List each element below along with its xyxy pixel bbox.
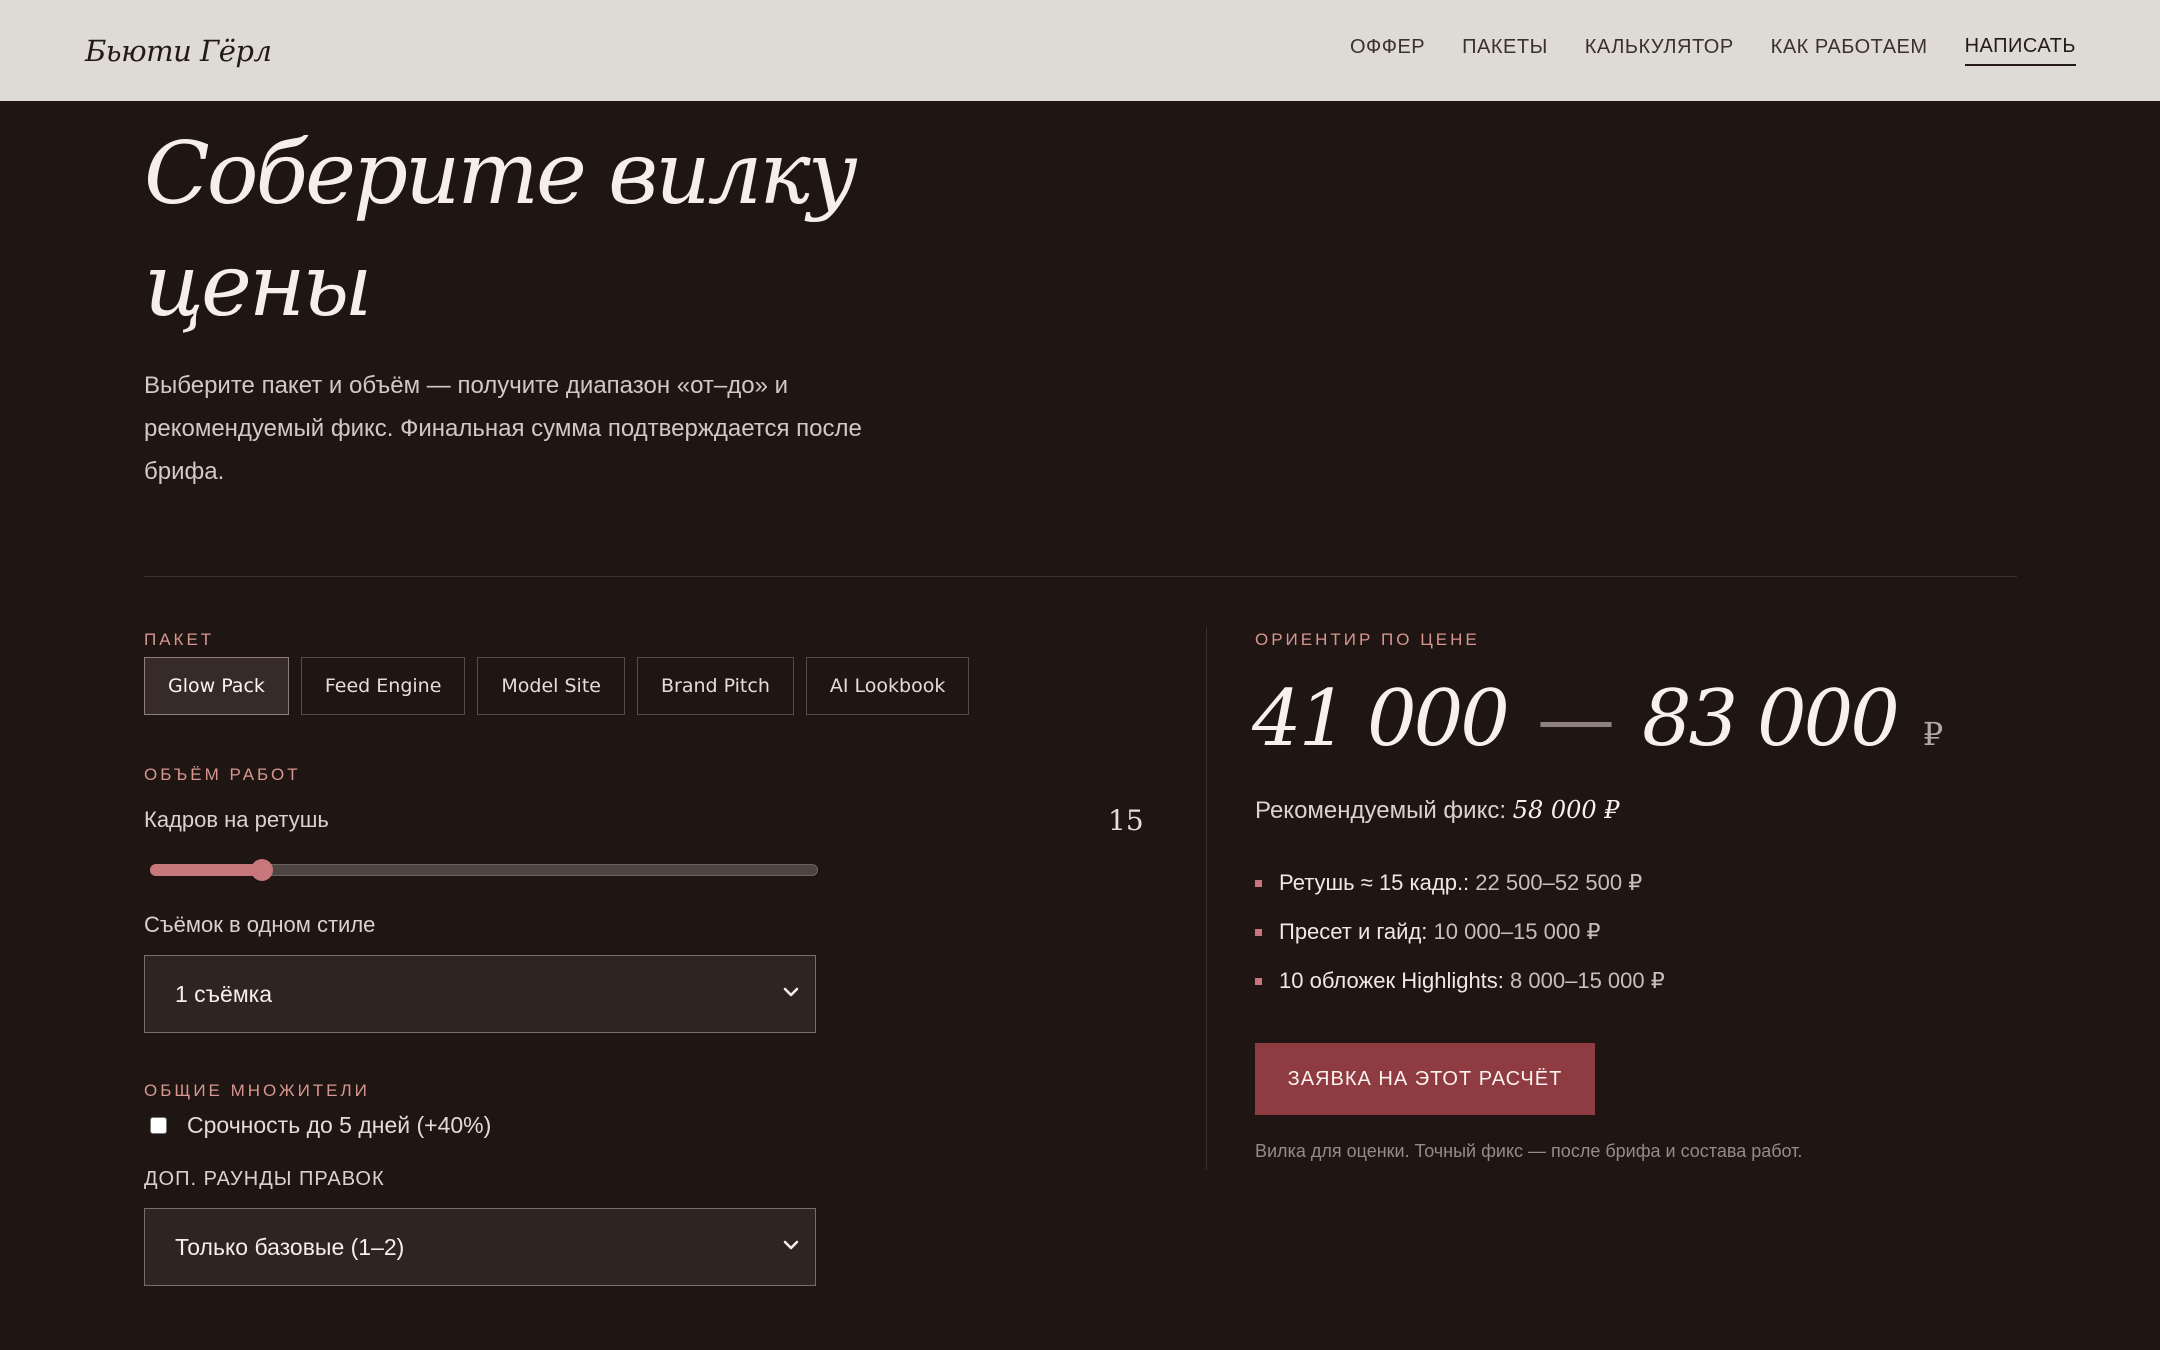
site-logo[interactable]: Бьюти Гёрл: [85, 34, 272, 68]
list-item: 10 обложек Highlights: 8 000–15 000 ₽: [1255, 968, 1665, 1017]
breakdown-key: 10 обложек Highlights:: [1279, 968, 1504, 993]
rounds-select-value: Только базовые (1–2): [175, 1233, 405, 1260]
breakdown-key: Ретушь ≈ 15 кадр.:: [1279, 870, 1470, 895]
package-selector: Glow Pack Feed Engine Model Site Brand P…: [144, 657, 970, 715]
recommended-label: Рекомендуемый фикс:: [1255, 797, 1507, 824]
order-estimate-button[interactable]: ЗАЯВКА НА ЭТОТ РАСЧЁТ: [1255, 1043, 1595, 1115]
price-dash: —: [1536, 674, 1615, 764]
shoots-label: Съёмок в одном стиле: [144, 912, 376, 937]
multipliers-label: ОБЩИЕ МНОЖИТЕЛИ: [144, 1081, 370, 1100]
nav-how-we-work[interactable]: КАК РАБОТАЕМ: [1771, 36, 1928, 65]
urgency-label[interactable]: Срочность до 5 дней (+40%): [187, 1112, 491, 1139]
package-glow-pack[interactable]: Glow Pack: [144, 657, 289, 715]
breakdown-value: 8 000–15 000 ₽: [1510, 968, 1665, 993]
nav-write-button[interactable]: НАПИСАТЬ: [1964, 35, 2076, 66]
nav-offer[interactable]: ОФФЕР: [1350, 36, 1425, 65]
package-ai-lookbook[interactable]: AI Lookbook: [805, 657, 970, 715]
retouch-value: 15: [1108, 804, 1144, 837]
nav-packages[interactable]: ПАКЕТЫ: [1462, 36, 1548, 65]
recommended-value: 58 000 ₽: [1512, 796, 1620, 824]
shoots-select[interactable]: 1 съёмка: [144, 955, 816, 1033]
breakdown-key: Пресет и гайд:: [1279, 919, 1428, 944]
bullet-icon: [1255, 880, 1262, 887]
currency-sign: ₽: [1922, 715, 1944, 753]
chevron-down-icon: [783, 1240, 799, 1250]
retouch-slider[interactable]: [150, 859, 818, 881]
site-header: Бьюти Гёрл ОФФЕР ПАКЕТЫ КАЛЬКУЛЯТОР КАК …: [0, 0, 2160, 101]
package-model-site[interactable]: Model Site: [477, 657, 625, 715]
price-from: 41 000: [1252, 674, 1510, 764]
package-label: ПАКЕТ: [144, 630, 215, 649]
urgency-checkbox[interactable]: [150, 1117, 167, 1134]
slider-fill: [150, 864, 262, 876]
bullet-icon: [1255, 929, 1262, 936]
package-feed-engine[interactable]: Feed Engine: [300, 657, 466, 715]
shoots-select-value: 1 съёмка: [175, 980, 273, 1007]
rounds-label: ДОП. РАУНДЫ ПРАВОК: [144, 1168, 385, 1190]
retouch-label: Кадров на ретушь: [144, 807, 329, 832]
breakdown-value: 22 500–52 500 ₽: [1475, 870, 1643, 895]
estimate-note: Вилка для оценки. Точный фикс — после бр…: [1255, 1141, 1803, 1161]
slider-thumb[interactable]: [251, 859, 273, 881]
rounds-select[interactable]: Только базовые (1–2): [144, 1208, 816, 1286]
volume-label: ОБЪЁМ РАБОТ: [144, 765, 301, 784]
price-range: 41 000 — 83 000 ₽: [1252, 674, 1943, 764]
page-lead: Выберите пакет и объём — получите диапаз…: [144, 372, 862, 485]
page-title: Соберите вилку цены: [144, 124, 858, 336]
breakdown-value: 10 000–15 000 ₽: [1433, 919, 1601, 944]
price-label: ОРИЕНТИР ПО ЦЕНЕ: [1255, 630, 1480, 649]
column-divider: [1206, 627, 1207, 1170]
main-nav: ОФФЕР ПАКЕТЫ КАЛЬКУЛЯТОР КАК РАБОТАЕМ НА…: [1350, 0, 2076, 101]
package-brand-pitch[interactable]: Brand Pitch: [636, 657, 794, 715]
nav-calculator[interactable]: КАЛЬКУЛЯТОР: [1585, 36, 1734, 65]
recommended-fix: Рекомендуемый фикс: 58 000 ₽: [1255, 796, 1620, 825]
list-item: Ретушь ≈ 15 кадр.: 22 500–52 500 ₽: [1255, 870, 1665, 919]
list-item: Пресет и гайд: 10 000–15 000 ₽: [1255, 919, 1665, 968]
chevron-down-icon: [783, 987, 799, 997]
bullet-icon: [1255, 978, 1262, 985]
urgency-option[interactable]: Срочность до 5 дней (+40%): [150, 1112, 491, 1139]
section-divider: [144, 576, 2017, 577]
price-to: 83 000: [1641, 674, 1900, 764]
price-breakdown: Ретушь ≈ 15 кадр.: 22 500–52 500 ₽ Пресе…: [1255, 870, 1665, 1017]
